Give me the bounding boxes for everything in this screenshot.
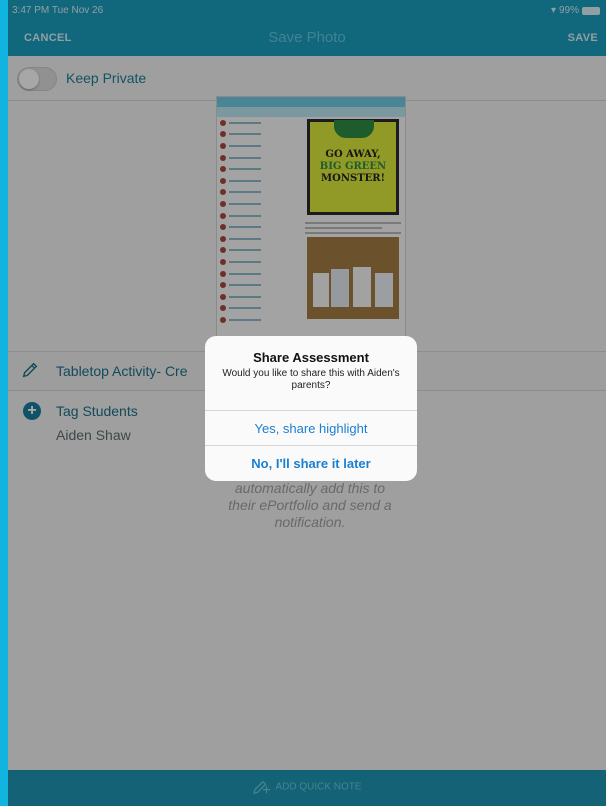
dialog-title: Share Assessment xyxy=(253,350,369,365)
app-frame: 3:47 PM Tue Nov 26 ▾ 99% CANCEL Save Pho… xyxy=(8,0,606,806)
dialog-message: Would you like to share this with Aiden'… xyxy=(222,368,400,391)
share-later-button[interactable]: No, I'll share it later xyxy=(205,445,417,480)
share-assessment-dialog: Share Assessment Would you like to share… xyxy=(205,336,417,481)
share-highlight-button[interactable]: Yes, share highlight xyxy=(205,410,417,445)
